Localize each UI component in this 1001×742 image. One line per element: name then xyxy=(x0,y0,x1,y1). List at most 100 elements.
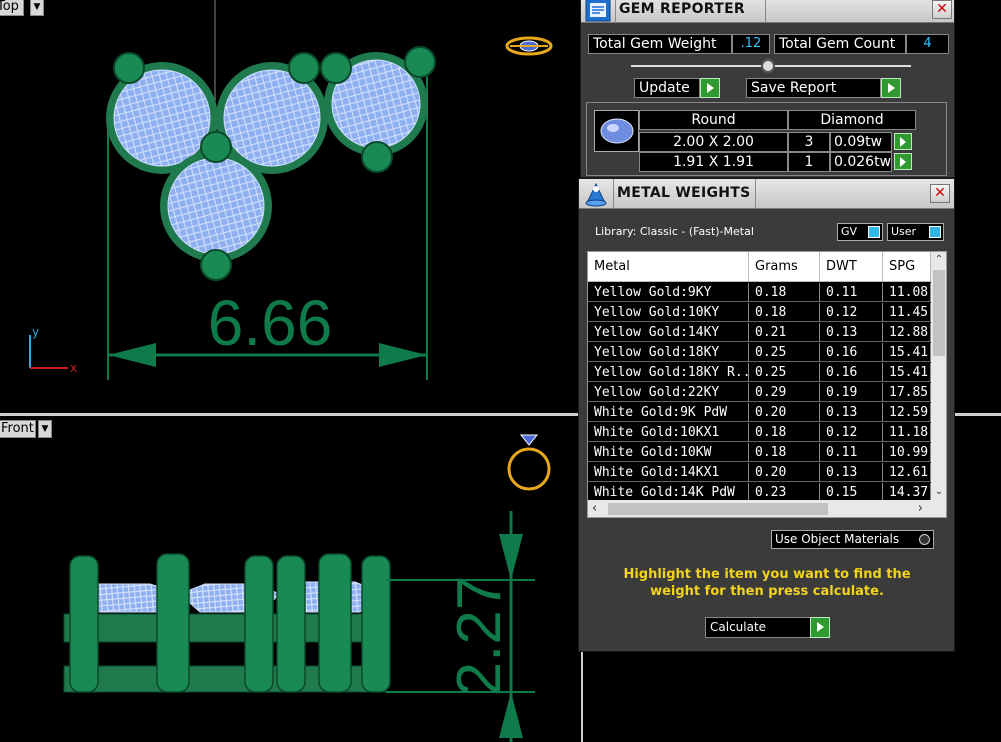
metal-name-cell: Yellow Gold:9KY xyxy=(588,283,749,302)
metal-table: Metal Grams DWT SPG Yellow Gold:9KY 0.18 0… xyxy=(587,251,947,518)
metal-table-row[interactable]: White Gold:9K PdW 0.20 0.13 12.59 xyxy=(588,403,942,423)
front-viewport-menu-arrow[interactable]: ▼ xyxy=(38,420,52,438)
gv-toggle[interactable]: GV xyxy=(837,223,883,241)
grams-cell: 0.21 xyxy=(749,323,820,342)
gem-type-header: Diamond xyxy=(788,110,916,130)
scroll-down-arrow-icon[interactable]: ⌄ xyxy=(931,484,946,500)
front-viewport[interactable]: 2.27 Front ▼ xyxy=(0,416,581,742)
grams-column-header[interactable]: Grams xyxy=(749,252,820,282)
grams-cell: 0.18 xyxy=(749,423,820,442)
grams-cell: 0.20 xyxy=(749,463,820,482)
metal-name-cell: White Gold:10KW xyxy=(588,443,749,462)
metal-name-cell: Yellow Gold:10KY xyxy=(588,303,749,322)
gem-row-select-button[interactable] xyxy=(894,133,912,150)
gem-row-count[interactable]: 1 xyxy=(788,152,830,172)
metal-table-row[interactable]: Yellow Gold:10KY 0.18 0.12 11.45 xyxy=(588,303,942,323)
update-go-button[interactable] xyxy=(700,78,720,98)
gem-reporter-title: GEM REPORTER xyxy=(619,1,746,17)
metal-table-row[interactable]: Yellow Gold:22KY 0.29 0.19 17.85 xyxy=(588,383,942,403)
axis-y-label: y xyxy=(32,325,39,339)
gem-row-select-button[interactable] xyxy=(894,153,912,170)
diamond-shape-icon xyxy=(600,118,634,144)
dwt-cell: 0.13 xyxy=(820,403,883,422)
calculate-go-button[interactable] xyxy=(810,617,830,638)
top-viewport-menu-arrow[interactable]: ▼ xyxy=(30,0,44,16)
metal-table-row[interactable]: Yellow Gold:18KY 0.25 0.16 15.41 xyxy=(588,343,942,363)
spg-cell: 12.61 xyxy=(883,463,931,482)
gem-row-size[interactable]: 1.91 X 1.91 xyxy=(639,152,788,172)
gem-reporter-titlebar[interactable]: GEM REPORTER ✕ xyxy=(581,0,954,23)
calculate-button[interactable]: Calculate xyxy=(705,617,812,638)
spg-column-header[interactable]: SPG xyxy=(883,252,931,282)
metal-name-cell: White Gold:14KX1 xyxy=(588,463,749,482)
metal-name-cell: Yellow Gold:18KY R... xyxy=(588,363,749,382)
metal-table-row[interactable]: White Gold:14KX1 0.20 0.13 12.61 xyxy=(588,463,942,483)
use-object-materials-label: Use Object Materials xyxy=(775,532,900,546)
metal-table-row[interactable]: Yellow Gold:14KY 0.21 0.13 12.88 xyxy=(588,323,942,343)
vertical-scroll-thumb[interactable] xyxy=(933,270,945,356)
ring-top-view-icon[interactable] xyxy=(505,36,553,56)
spg-cell: 12.88 xyxy=(883,323,931,342)
update-button[interactable]: Update xyxy=(634,78,700,98)
dwt-cell: 0.13 xyxy=(820,463,883,482)
metal-column-header[interactable]: Metal xyxy=(588,252,749,282)
gv-toggle-switch[interactable] xyxy=(868,226,880,238)
gv-toggle-label: GV xyxy=(841,225,858,238)
scroll-left-arrow-icon[interactable]: ‹ xyxy=(592,500,597,517)
metal-table-row[interactable]: Yellow Gold:9KY 0.18 0.11 11.08 xyxy=(588,283,942,303)
spg-cell: 17.85 xyxy=(883,383,931,402)
gem-row-count[interactable]: 3 xyxy=(788,132,830,152)
grams-cell: 0.25 xyxy=(749,343,820,362)
metal-weights-titlebar[interactable]: METAL WEIGHTS ✕ xyxy=(579,179,954,209)
use-object-materials-radio-icon[interactable] xyxy=(919,534,930,545)
spg-cell: 10.99 xyxy=(883,443,931,462)
gem-row-weight[interactable]: 0.026tw xyxy=(830,152,892,172)
user-toggle[interactable]: User xyxy=(887,223,944,241)
front-dimension-text: 2.27 xyxy=(445,576,514,697)
metal-library-label: Library: Classic - (Fast)-Metal xyxy=(595,225,754,238)
metal-name-cell: Yellow Gold:22KY xyxy=(588,383,749,402)
metal-weights-panel: METAL WEIGHTS ✕ Library: Classic - (Fast… xyxy=(578,178,955,652)
total-gem-weight-label: Total Gem Weight xyxy=(588,34,732,54)
metal-table-row[interactable]: Yellow Gold:18KY R... 0.25 0.16 15.41 xyxy=(588,363,942,383)
scroll-up-arrow-icon[interactable]: ⌃ xyxy=(931,252,946,268)
front-viewport-label[interactable]: Front xyxy=(0,420,36,438)
use-object-materials-toggle[interactable]: Use Object Materials xyxy=(771,530,934,549)
spg-cell: 15.41 xyxy=(883,343,931,362)
spg-cell: 15.41 xyxy=(883,363,931,382)
dwt-cell: 0.16 xyxy=(820,363,883,382)
metal-weights-title: METAL WEIGHTS xyxy=(617,185,751,201)
dwt-cell: 0.19 xyxy=(820,383,883,402)
scroll-right-arrow-icon[interactable]: › xyxy=(918,500,923,517)
gem-size-slider-thumb[interactable] xyxy=(761,59,775,73)
metal-weights-close-button[interactable]: ✕ xyxy=(930,184,950,203)
grams-cell: 0.29 xyxy=(749,383,820,402)
metal-scale-icon xyxy=(585,182,607,207)
top-viewport-label[interactable]: Top xyxy=(0,0,24,16)
grams-cell: 0.18 xyxy=(749,443,820,462)
dwt-column-header[interactable]: DWT xyxy=(820,252,883,282)
horizontal-scroll-thumb[interactable] xyxy=(608,503,828,515)
metal-name-cell: White Gold:9K PdW xyxy=(588,403,749,422)
metal-table-row[interactable]: White Gold:10KW 0.18 0.11 10.99 xyxy=(588,443,942,463)
gem-row-size[interactable]: 2.00 X 2.00 xyxy=(639,132,788,152)
user-toggle-switch[interactable] xyxy=(929,226,941,238)
metal-table-vertical-scrollbar[interactable]: ⌃ ⌄ xyxy=(931,252,946,500)
metal-table-horizontal-scrollbar[interactable]: ‹ › xyxy=(588,500,946,517)
gem-reporter-close-button[interactable]: ✕ xyxy=(932,0,952,19)
total-gem-weight-value: .12 xyxy=(732,34,770,54)
gem-row-weight[interactable]: 0.09tw xyxy=(830,132,892,152)
save-report-button[interactable]: Save Report xyxy=(746,78,881,98)
spg-cell: 11.08 xyxy=(883,283,931,302)
gem-reporter-panel: GEM REPORTER ✕ Total Gem Weight .12 Tota… xyxy=(580,0,955,178)
metal-name-cell: Yellow Gold:14KY xyxy=(588,323,749,342)
metal-name-cell: Yellow Gold:18KY xyxy=(588,343,749,362)
metal-name-cell: White Gold:10KX1 xyxy=(588,423,749,442)
metal-table-row[interactable]: White Gold:10KX1 0.18 0.12 11.18 xyxy=(588,423,942,443)
ring-front-view-icon[interactable] xyxy=(507,434,551,491)
grams-cell: 0.25 xyxy=(749,363,820,382)
save-report-go-button[interactable] xyxy=(881,78,901,98)
grams-cell: 0.18 xyxy=(749,283,820,302)
grams-cell: 0.20 xyxy=(749,403,820,422)
total-gem-count-label: Total Gem Count xyxy=(774,34,906,54)
